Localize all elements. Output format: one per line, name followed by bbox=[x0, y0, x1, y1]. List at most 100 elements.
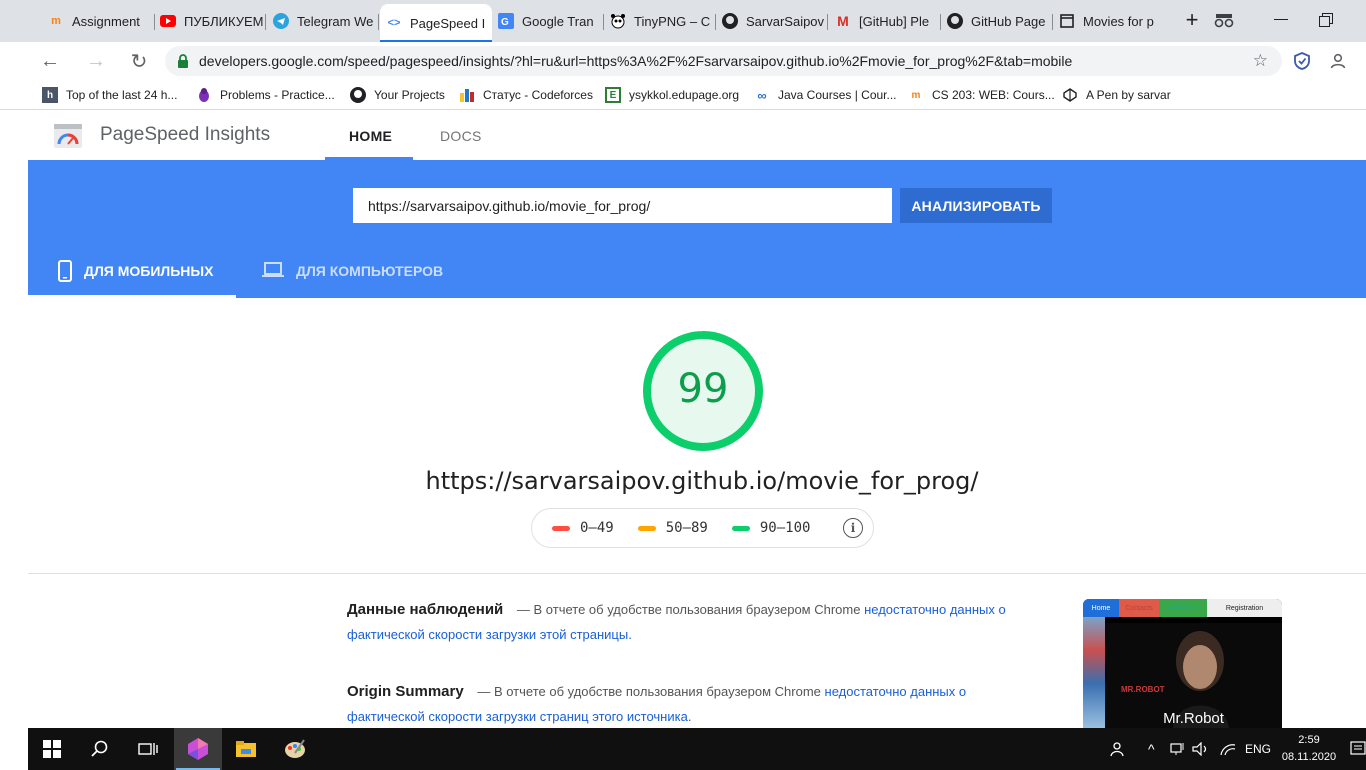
tab-title: Google Tran bbox=[522, 13, 594, 29]
browser-tab-active[interactable]: <> PageSpeed I bbox=[380, 4, 492, 42]
nav-docs[interactable]: DOCS bbox=[440, 128, 482, 144]
reload-button[interactable]: ↻ bbox=[125, 48, 153, 74]
codechef-icon bbox=[196, 87, 212, 103]
back-button[interactable]: ← bbox=[36, 48, 64, 74]
thumbnail-caption: Mr.Robot bbox=[1163, 710, 1224, 727]
performance-score: 99 bbox=[677, 366, 729, 412]
clock[interactable]: 2:59 08.11.2020 bbox=[1278, 732, 1340, 766]
browser-tab[interactable]: TinyPNG – C bbox=[610, 6, 716, 36]
windows-taskbar: ^ ENG 2:59 08.11.2020 bbox=[28, 728, 1366, 770]
tab-title: TinyPNG – C bbox=[634, 13, 711, 29]
tab-separator bbox=[827, 14, 828, 30]
url-input[interactable]: https://sarvarsaipov.github.io/movie_for… bbox=[353, 188, 892, 223]
profile-icon[interactable] bbox=[1324, 48, 1352, 74]
telegram-icon bbox=[273, 13, 289, 29]
chevron-up-icon[interactable]: ^ bbox=[1148, 728, 1155, 770]
nav-home[interactable]: HOME bbox=[349, 128, 392, 144]
tab-strip: m Assignment ПУБЛИКУЕМ Telegram We <> Pa… bbox=[0, 0, 1366, 42]
network-icon[interactable] bbox=[1170, 728, 1186, 770]
tab-separator bbox=[715, 14, 716, 30]
notifications-icon[interactable] bbox=[1350, 728, 1366, 770]
analyze-button[interactable]: АНАЛИЗИРОВАТЬ bbox=[900, 188, 1052, 223]
tab-mobile-underline bbox=[28, 295, 236, 298]
codepen-icon bbox=[1062, 87, 1078, 103]
browser-tab[interactable]: Movies for p bbox=[1059, 6, 1159, 36]
tab-separator bbox=[940, 14, 941, 30]
clock-time: 2:59 bbox=[1298, 734, 1320, 746]
paint-app-icon[interactable] bbox=[271, 728, 319, 770]
github-icon bbox=[350, 87, 366, 103]
new-tab-button[interactable]: + bbox=[1178, 7, 1206, 32]
moodle-icon: m bbox=[911, 89, 921, 101]
browser-tab[interactable]: m Assignment bbox=[48, 6, 155, 36]
bookmark-item[interactable]: A Pen by sarvar bbox=[1062, 86, 1171, 104]
address-url: developers.google.com/speed/pagespeed/in… bbox=[199, 53, 1073, 69]
wifi-icon[interactable] bbox=[1220, 728, 1236, 770]
field-data-text: — В отчете об удобстве пользования брауз… bbox=[516, 602, 861, 617]
info-icon[interactable]: i bbox=[843, 518, 863, 538]
bookmark-label: Java Courses | Cour... bbox=[778, 88, 897, 102]
bookmark-label: Top of the last 24 h... bbox=[66, 88, 178, 102]
browser-app-icon[interactable] bbox=[174, 728, 222, 770]
bookmark-item[interactable]: m CS 203: WEB: Cours... bbox=[908, 86, 1055, 104]
bookmark-label: Your Projects bbox=[374, 88, 445, 102]
language-indicator[interactable]: ENG bbox=[1245, 728, 1271, 770]
origin-summary-heading: Origin Summary bbox=[347, 683, 464, 700]
search-icon[interactable] bbox=[76, 728, 124, 770]
github-icon bbox=[722, 13, 738, 29]
thumbnail-side-image bbox=[1083, 617, 1105, 728]
extension-shield-icon[interactable] bbox=[1288, 48, 1316, 74]
thumbnail-nav-contacts: Contacts bbox=[1119, 599, 1159, 617]
browser-tab[interactable]: ПУБЛИКУЕМ bbox=[160, 6, 266, 36]
browser-toolbar: ← → ↻ developers.google.com/speed/pagesp… bbox=[0, 42, 1366, 80]
page-screenshot-thumbnail: Home Contacts About us Registration MR.R… bbox=[1083, 599, 1282, 728]
browser-tab[interactable]: G Google Tran bbox=[498, 6, 604, 36]
bookmark-item[interactable]: h Top of the last 24 h... bbox=[42, 86, 177, 104]
file-explorer-icon[interactable] bbox=[222, 728, 270, 770]
tab-mobile[interactable]: ДЛЯ МОБИЛЬНЫХ bbox=[58, 260, 213, 298]
bookmark-label: Problems - Practice... bbox=[220, 88, 335, 102]
bookmark-item[interactable]: ∞ Java Courses | Cour... bbox=[754, 86, 897, 104]
gmail-icon: M bbox=[837, 13, 849, 29]
minimize-button[interactable] bbox=[1267, 8, 1295, 32]
bookmark-label: A Pen by sarvar bbox=[1086, 88, 1171, 102]
browser-tab[interactable]: M [GitHub] Ple bbox=[835, 6, 941, 36]
tab-title: ПУБЛИКУЕМ bbox=[184, 13, 264, 29]
incognito-icon[interactable] bbox=[1210, 8, 1238, 32]
start-button[interactable] bbox=[28, 728, 76, 770]
origin-summary-section: Origin Summary — В отчете об удобстве по… bbox=[347, 679, 1007, 729]
tab-desktop-label: ДЛЯ КОМПЬЮТЕРОВ bbox=[296, 263, 444, 279]
legend-item-fail: 0–49 bbox=[552, 520, 614, 536]
restore-button[interactable] bbox=[1312, 8, 1340, 32]
legend-item-pass: 90–100 bbox=[731, 520, 810, 536]
laptop-icon bbox=[262, 260, 284, 281]
browser-tab[interactable]: Telegram We bbox=[273, 6, 379, 36]
edupage-icon: E bbox=[605, 87, 621, 103]
section-divider bbox=[28, 573, 1366, 574]
browser-tab[interactable]: SarvarSaipov bbox=[722, 6, 828, 36]
psi-header: PageSpeed Insights HOME DOCS bbox=[28, 111, 1366, 160]
codeforces-icon bbox=[459, 87, 475, 103]
legend-swatch-average bbox=[637, 525, 656, 531]
tested-url: https://sarvarsaipov.github.io/movie_for… bbox=[425, 467, 979, 495]
pagespeed-logo-icon bbox=[54, 124, 82, 148]
legend-swatch-pass bbox=[731, 525, 750, 531]
task-view-icon[interactable] bbox=[124, 728, 172, 770]
origin-summary-text: — В отчете об удобстве пользования брауз… bbox=[477, 684, 821, 699]
bookmark-item[interactable]: Problems - Practice... bbox=[196, 86, 335, 104]
tab-title: [GitHub] Ple bbox=[859, 13, 930, 29]
bookmark-star-icon[interactable]: ☆ bbox=[1253, 51, 1268, 71]
mobile-phone-icon bbox=[58, 260, 72, 285]
tab-desktop[interactable]: ДЛЯ КОМПЬЮТЕРОВ bbox=[262, 260, 443, 298]
volume-icon[interactable] bbox=[1192, 728, 1210, 770]
legend-item-average: 50–89 bbox=[637, 520, 708, 536]
bookmark-item[interactable]: Статус - Codeforces bbox=[459, 86, 593, 104]
bookmark-label: ysykkol.edupage.org bbox=[629, 88, 740, 102]
bookmark-item[interactable]: Your Projects bbox=[350, 86, 445, 104]
address-bar[interactable]: developers.google.com/speed/pagespeed/in… bbox=[165, 46, 1282, 76]
browser-tab[interactable]: GitHub Page bbox=[947, 6, 1053, 36]
forward-button[interactable]: → bbox=[82, 48, 110, 74]
bookmark-item[interactable]: Eysykkol.edupage.org bbox=[605, 86, 739, 104]
people-icon[interactable] bbox=[1110, 728, 1126, 770]
tab-separator bbox=[1052, 14, 1053, 30]
